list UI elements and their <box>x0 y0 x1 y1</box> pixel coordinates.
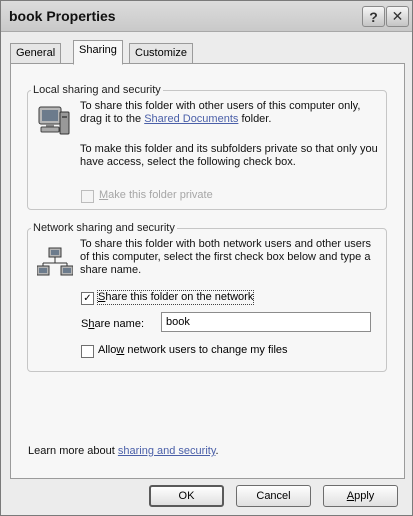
ok-button[interactable]: OK <box>149 485 224 507</box>
tab-general[interactable]: General <box>10 43 62 64</box>
allow-pre: Allo <box>98 344 117 356</box>
tab-general-label: General <box>16 47 56 59</box>
share-name-label: Share name: <box>81 318 144 331</box>
apply-rest: pply <box>354 490 375 502</box>
allow-rest: network users to change my files <box>124 344 288 356</box>
window-title: book Properties <box>9 8 116 24</box>
help-icon: ? <box>369 8 378 25</box>
share-folder-rest: hare this folder on the network <box>105 291 254 303</box>
shared-documents-link[interactable]: Shared Documents <box>144 113 238 125</box>
share-name-input[interactable]: book <box>161 312 371 332</box>
close-button[interactable]: ✕ <box>386 6 409 27</box>
network-sharing-legend: Network sharing and security <box>33 222 175 234</box>
allow-change-label: Allow network users to change my files <box>98 344 288 357</box>
checkmark-icon: ✓ <box>83 292 92 304</box>
private-info-text: To make this folder and its subfolders p… <box>80 143 378 168</box>
make-private-label: Make this folder private <box>99 189 213 202</box>
local-text-suffix: folder. <box>238 113 272 125</box>
learn-more-suffix: . <box>215 445 219 457</box>
tab-customize[interactable]: Customize <box>129 43 193 64</box>
cancel-button[interactable]: Cancel <box>236 485 311 507</box>
network-icon <box>37 247 73 276</box>
share-folder-label: Share this folder on the network <box>96 290 255 305</box>
share-name-post: are name: <box>94 318 144 330</box>
learn-more-text: Learn more about sharing and security. <box>28 445 219 458</box>
title-bar[interactable]: book Properties ? ✕ <box>1 1 412 32</box>
apply-accel: A <box>346 490 355 502</box>
help-button[interactable]: ? <box>362 6 385 27</box>
tab-customize-label: Customize <box>135 47 187 59</box>
properties-dialog: book Properties ? ✕ General Sharing Cust… <box>0 0 413 516</box>
make-private-accel: M <box>99 189 109 201</box>
network-sharing-text: To share this folder with both network u… <box>80 238 372 276</box>
make-private-checkbox[interactable] <box>81 190 94 203</box>
make-private-rest: ake this folder private <box>108 189 213 201</box>
local-sharing-legend: Local sharing and security <box>33 84 161 96</box>
sharing-security-link[interactable]: sharing and security <box>118 445 216 457</box>
learn-more-prefix: Learn more about <box>28 445 118 457</box>
share-folder-checkbox[interactable]: ✓ <box>81 292 94 305</box>
apply-button[interactable]: Apply <box>323 485 398 507</box>
sharing-tab-panel: Local sharing and security To share this… <box>10 63 405 479</box>
close-icon: ✕ <box>391 8 404 24</box>
local-sharing-text: To share this folder with other users of… <box>80 100 380 126</box>
computer-icon <box>38 106 70 135</box>
tab-sharing[interactable]: Sharing <box>73 40 123 65</box>
tab-sharing-label: Sharing <box>79 44 117 56</box>
allow-change-checkbox[interactable] <box>81 345 94 358</box>
